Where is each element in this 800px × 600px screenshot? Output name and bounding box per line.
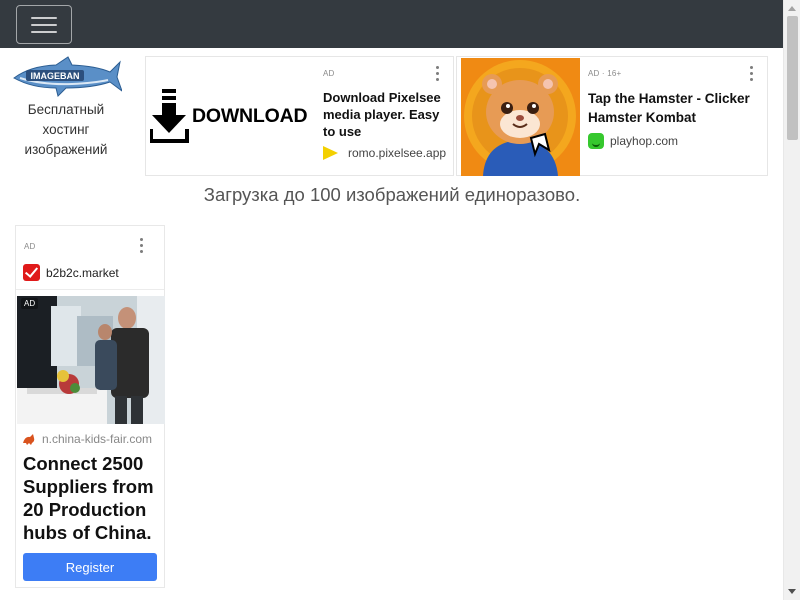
hamburger-icon-bar <box>31 31 57 33</box>
ad-site-row[interactable]: n.china-kids-fair.com <box>22 432 162 448</box>
ad-domain[interactable]: romo.pixelsee.app <box>348 146 446 160</box>
ad-title[interactable]: Download Pixelsee media player. Easy to … <box>323 89 451 140</box>
ad-label: AD · 16+ <box>588 69 622 78</box>
expo-photo[interactable]: AD <box>17 296 165 424</box>
checkmark-icon <box>23 264 40 281</box>
menu-toggle-button[interactable] <box>16 5 72 44</box>
download-ad-image: DOWNLOAD <box>148 85 320 147</box>
hamburger-icon-bar <box>31 24 57 26</box>
playhop-favicon-icon <box>588 133 604 149</box>
ad-label: AD <box>323 69 335 78</box>
ad-headline[interactable]: Connect 2500 Suppliers from 20 Productio… <box>23 452 163 544</box>
logo-caption: Бесплатный хостинг изображений <box>24 102 108 157</box>
scroll-up-arrow-icon[interactable] <box>788 6 796 11</box>
page-scrollbar[interactable] <box>783 0 800 600</box>
hamburger-icon <box>31 17 57 19</box>
photo-ad-label: AD <box>21 298 39 309</box>
scroll-thumb[interactable] <box>787 16 798 140</box>
download-image-text: DOWNLOAD <box>192 105 308 127</box>
ad-title[interactable]: Tap the Hamster - Clicker Hamster Kombat <box>588 89 763 127</box>
advertiser-name[interactable]: b2b2c.market <box>46 266 119 280</box>
pixelsee-play-icon <box>323 146 338 160</box>
hamster-character-icon <box>464 60 576 176</box>
download-arrow-icon <box>150 89 189 143</box>
hamster-ad-image <box>461 58 580 176</box>
site-logo-link[interactable]: IMAGEBAN <box>12 56 124 100</box>
ad-card-hamster[interactable]: AD · 16+ Tap the Hamster - Clicker Hamst… <box>456 56 768 176</box>
ad-domain[interactable]: playhop.com <box>610 134 678 148</box>
scroll-down-arrow-icon[interactable] <box>788 589 796 594</box>
register-button[interactable]: Register <box>23 553 157 581</box>
ad-card-b2b2c[interactable]: AD b2b2c.market AD n.china-kids-fair.com… <box>15 225 165 588</box>
advertiser-row[interactable]: b2b2c.market <box>16 260 164 290</box>
shark-logo-icon: IMAGEBAN <box>13 56 124 97</box>
upload-tagline: Загрузка до 100 изображений единоразово. <box>203 184 581 205</box>
ad-label: AD <box>24 242 36 251</box>
more-options-icon[interactable] <box>140 238 144 254</box>
dragon-favicon-icon <box>23 434 35 445</box>
expo-photo-image <box>17 296 165 424</box>
top-navbar <box>0 0 784 48</box>
ad-site-url[interactable]: n.china-kids-fair.com <box>42 432 162 446</box>
logo-brand-text: IMAGEBAN <box>31 71 80 81</box>
more-options-icon[interactable] <box>436 66 440 82</box>
ad-card-pixelsee[interactable]: DOWNLOAD AD Download Pixelsee media play… <box>145 56 454 176</box>
more-options-icon[interactable] <box>750 66 754 82</box>
